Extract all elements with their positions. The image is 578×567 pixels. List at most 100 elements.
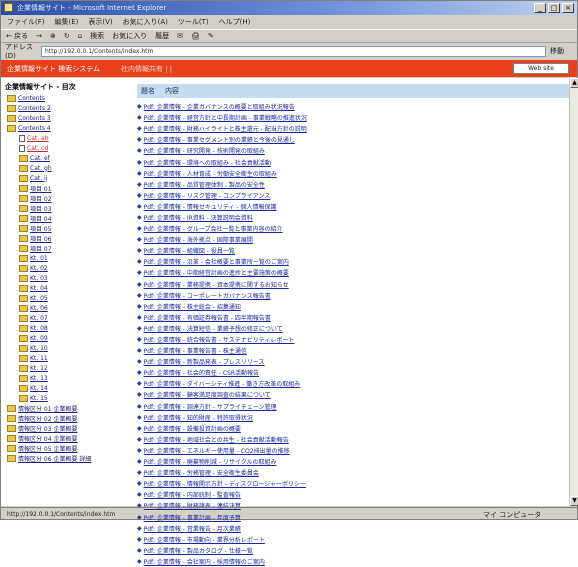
- tree-item[interactable]: Kt. 02: [5, 263, 133, 273]
- tree-item[interactable]: 情報区分 02 企業概要: [5, 413, 133, 423]
- tree-item-label[interactable]: 項目 06: [30, 234, 52, 243]
- tree-item-label[interactable]: 項目 01: [30, 184, 52, 193]
- document-link[interactable]: Pdf: 企業情報 - 情報セキュリティ - 個人情報保護: [144, 202, 277, 211]
- tree-item[interactable]: Kt. 07: [5, 313, 133, 323]
- tree-item-label[interactable]: Kt. 13: [30, 375, 48, 382]
- tree-item[interactable]: Kt. 13: [5, 373, 133, 383]
- tree-item-label[interactable]: Kt. 12: [30, 365, 48, 372]
- tree-item[interactable]: Cat. ab: [5, 133, 133, 143]
- list-item[interactable]: ◆ Pdf: 企業情報 - 統合報告書 - サステナビリティレポート: [137, 334, 571, 345]
- list-item[interactable]: ◆ Pdf: 企業情報 - 設備投資計画の概要: [137, 423, 571, 434]
- document-link[interactable]: Pdf: 企業情報 - コーポレートガバナンス報告書: [144, 291, 271, 300]
- tree-item[interactable]: Kt. 01: [5, 253, 133, 263]
- document-link[interactable]: Pdf: 企業情報 - 有価証券報告書 - 四半期報告書: [144, 313, 271, 322]
- list-item[interactable]: ◆ Pdf: 企業情報 - 情報開示方針 - ディスクロージャーポリシー: [137, 478, 571, 489]
- document-link[interactable]: Pdf: 企業情報 - グループ会社一覧と事業内容の紹介: [144, 224, 283, 233]
- document-link[interactable]: Pdf: 企業情報 - 決算短信 - 業績予想の修正について: [144, 324, 283, 333]
- list-item[interactable]: ◆ Pdf: 企業情報 - 顧客満足度調査の結果について: [137, 389, 571, 400]
- document-link[interactable]: Pdf: 企業情報 - 調達方針 - サプライチェーン管理: [144, 402, 277, 411]
- list-item[interactable]: ◆ Pdf: 企業情報 - 新製品発表 - プレスリリース: [137, 356, 571, 367]
- tree-item-label[interactable]: Kt. 09: [30, 335, 48, 342]
- tree-item[interactable]: Kt. 09: [5, 333, 133, 343]
- list-item[interactable]: ◆ Pdf: 企業情報 - リスク管理 - コンプライアンス: [137, 190, 571, 201]
- tree-item-label[interactable]: 情報区分 05 企業概要: [18, 444, 77, 453]
- tree-item[interactable]: 情報区分 03 企業概要: [5, 423, 133, 433]
- menu-favorites[interactable]: お気に入り(A): [123, 16, 168, 28]
- list-item[interactable]: ◆ Pdf: 企業情報 - 市場動向 - 業界分析レポート: [137, 534, 571, 545]
- tree-item-label[interactable]: 情報区分 02 企業概要: [18, 414, 77, 423]
- tree-item-label[interactable]: Cat. ef: [30, 155, 50, 162]
- document-link[interactable]: Pdf: 企業情報 - 環境への取組み - 社会貢献活動: [144, 158, 271, 167]
- scroll-up-icon[interactable]: ▲: [570, 78, 578, 88]
- list-item[interactable]: ◆ Pdf: 企業情報 - コーポレートガバナンス報告書: [137, 290, 571, 301]
- list-item[interactable]: ◆ Pdf: 企業情報 - IR資料 - 決算説明会資料: [137, 212, 571, 223]
- list-item[interactable]: ◆ Pdf: 企業情報 - 経営方針と中長期計画 - 事業戦略の推進状況: [137, 112, 571, 123]
- tree-item-label[interactable]: Contents: [18, 95, 45, 102]
- document-link[interactable]: Pdf: 企業情報 - 情報開示方針 - ディスクロージャーポリシー: [144, 479, 306, 488]
- tree-item[interactable]: 項目 05: [5, 223, 133, 233]
- tree-item-label[interactable]: 情報区分 06 企業概要 詳細: [18, 454, 91, 463]
- address-input[interactable]: http://192.0.0.1/Contents/index.htm: [41, 45, 546, 57]
- document-link[interactable]: Pdf: 企業情報 - 企業ガバナンスの概要と取組み状況報告: [144, 102, 295, 111]
- document-link[interactable]: Pdf: 企業情報 - 顧客満足度調査の結果について: [144, 390, 271, 399]
- document-link[interactable]: Pdf: 企業情報 - リスク管理 - コンプライアンス: [144, 191, 271, 200]
- document-link[interactable]: Pdf: 企業情報 - IR資料 - 決算説明会資料: [144, 213, 253, 222]
- menu-file[interactable]: ファイル(F): [7, 16, 45, 28]
- menu-help[interactable]: ヘルプ(H): [219, 16, 251, 28]
- document-link[interactable]: Pdf: 企業情報 - 海外拠点 - 国際事業展開: [144, 235, 253, 244]
- tree-item-label[interactable]: Kt. 03: [30, 275, 48, 282]
- tree-item[interactable]: Kt. 11: [5, 353, 133, 363]
- tree-item-label[interactable]: Kt. 07: [30, 315, 48, 322]
- website-button[interactable]: Web site: [513, 63, 569, 74]
- mail-button[interactable]: ✉: [177, 32, 183, 40]
- tree-item-label[interactable]: 項目 05: [30, 224, 52, 233]
- tree-item-label[interactable]: 項目 07: [30, 244, 52, 253]
- list-item[interactable]: ◆ Pdf: 企業情報 - 製品カタログ - 仕様一覧: [137, 545, 571, 556]
- list-item[interactable]: ◆ Pdf: 企業情報 - 事業報告書 - 株主通信: [137, 345, 571, 356]
- tree-item[interactable]: Kt. 05: [5, 293, 133, 303]
- document-link[interactable]: Pdf: 企業情報 - 社会的責任 - CSR活動報告: [144, 368, 259, 377]
- document-link[interactable]: Pdf: 企業情報 - 組織図 - 役員一覧: [144, 246, 235, 255]
- tree-item[interactable]: Kt. 03: [5, 273, 133, 283]
- tree-item[interactable]: 項目 04: [5, 213, 133, 223]
- document-link[interactable]: Pdf: 企業情報 - 地域社会との共生 - 社会貢献活動報告: [144, 435, 289, 444]
- list-item[interactable]: ◆ Pdf: 企業情報 - エネルギー使用量 - CO2排出量の推移: [137, 445, 571, 456]
- tree-item-label[interactable]: Cat. ab: [27, 135, 49, 142]
- tree-item-label[interactable]: Kt. 11: [30, 355, 48, 362]
- menu-view[interactable]: 表示(V): [88, 16, 112, 28]
- document-link[interactable]: Pdf: 企業情報 - ダイバーシティ推進 - 働き方改革の取組み: [144, 379, 301, 388]
- vertical-scrollbar[interactable]: ▲ ▼: [569, 78, 578, 506]
- list-item[interactable]: ◆ Pdf: 企業情報 - ダイバーシティ推進 - 働き方改革の取組み: [137, 378, 571, 389]
- stop-button[interactable]: ⊗: [50, 32, 56, 40]
- list-item[interactable]: ◆ Pdf: 企業情報 - 財務ハイライトと株主還元 - 配当方針の説明: [137, 123, 571, 134]
- document-link[interactable]: Pdf: 企業情報 - 設備投資計画の概要: [144, 424, 241, 433]
- list-item[interactable]: ◆ Pdf: 企業情報 - 会社案内 - 採用情報のご案内: [137, 556, 571, 567]
- tree-item[interactable]: 情報区分 05 企業概要: [5, 443, 133, 453]
- tree-item-label[interactable]: Kt. 06: [30, 305, 48, 312]
- list-item[interactable]: ◆ Pdf: 企業情報 - 株主総会 - 招集通知: [137, 301, 571, 312]
- document-link[interactable]: Pdf: 企業情報 - 業務提携 - 資本提携に関するお知らせ: [144, 280, 289, 289]
- list-item[interactable]: ◆ Pdf: 企業情報 - 情報セキュリティ - 個人情報保護: [137, 201, 571, 212]
- list-item[interactable]: ◆ Pdf: 企業情報 - 沿革 - 会社概要と事業所一覧のご案内: [137, 256, 571, 267]
- list-item[interactable]: ◆ Pdf: 企業情報 - 人材育成 - 労働安全衛生の取組み: [137, 168, 571, 179]
- list-item[interactable]: ◆ Pdf: 企業情報 - 海外拠点 - 国際事業展開: [137, 234, 571, 245]
- tree-item-label[interactable]: 項目 04: [30, 214, 52, 223]
- document-link[interactable]: Pdf: 企業情報 - 市場動向 - 業界分析レポート: [144, 535, 265, 544]
- favorites-button[interactable]: お気に入り: [112, 31, 147, 41]
- tree-item-label[interactable]: 項目 03: [30, 204, 52, 213]
- document-link[interactable]: Pdf: 企業情報 - 沿革 - 会社概要と事業所一覧のご案内: [144, 257, 289, 266]
- tree-item-label[interactable]: Kt. 15: [30, 395, 48, 402]
- document-link[interactable]: Pdf: 企業情報 - 廃棄物削減 - リサイクルの取組み: [144, 457, 277, 466]
- tree-item[interactable]: Cat. ef: [5, 153, 133, 163]
- list-item[interactable]: ◆ Pdf: 企業情報 - 組織図 - 役員一覧: [137, 245, 571, 256]
- list-item[interactable]: ◆ Pdf: 企業情報 - 調達方針 - サプライチェーン管理: [137, 401, 571, 412]
- history-button[interactable]: 履歴: [155, 31, 169, 41]
- go-button[interactable]: 移動: [550, 46, 564, 56]
- document-link[interactable]: Pdf: 企業情報 - 財務ハイライトと株主還元 - 配当方針の説明: [144, 124, 307, 133]
- tree-item-label[interactable]: Kt. 10: [30, 345, 48, 352]
- list-item[interactable]: ◆ Pdf: 企業情報 - 地域社会との共生 - 社会貢献活動報告: [137, 434, 571, 445]
- tree-item-label[interactable]: 項目 02: [30, 194, 52, 203]
- tree-item[interactable]: Cat. gh: [5, 163, 133, 173]
- list-item[interactable]: ◆ Pdf: 企業情報 - 決算短信 - 業績予想の修正について: [137, 323, 571, 334]
- tree-item-label[interactable]: Cat. ij: [30, 175, 47, 182]
